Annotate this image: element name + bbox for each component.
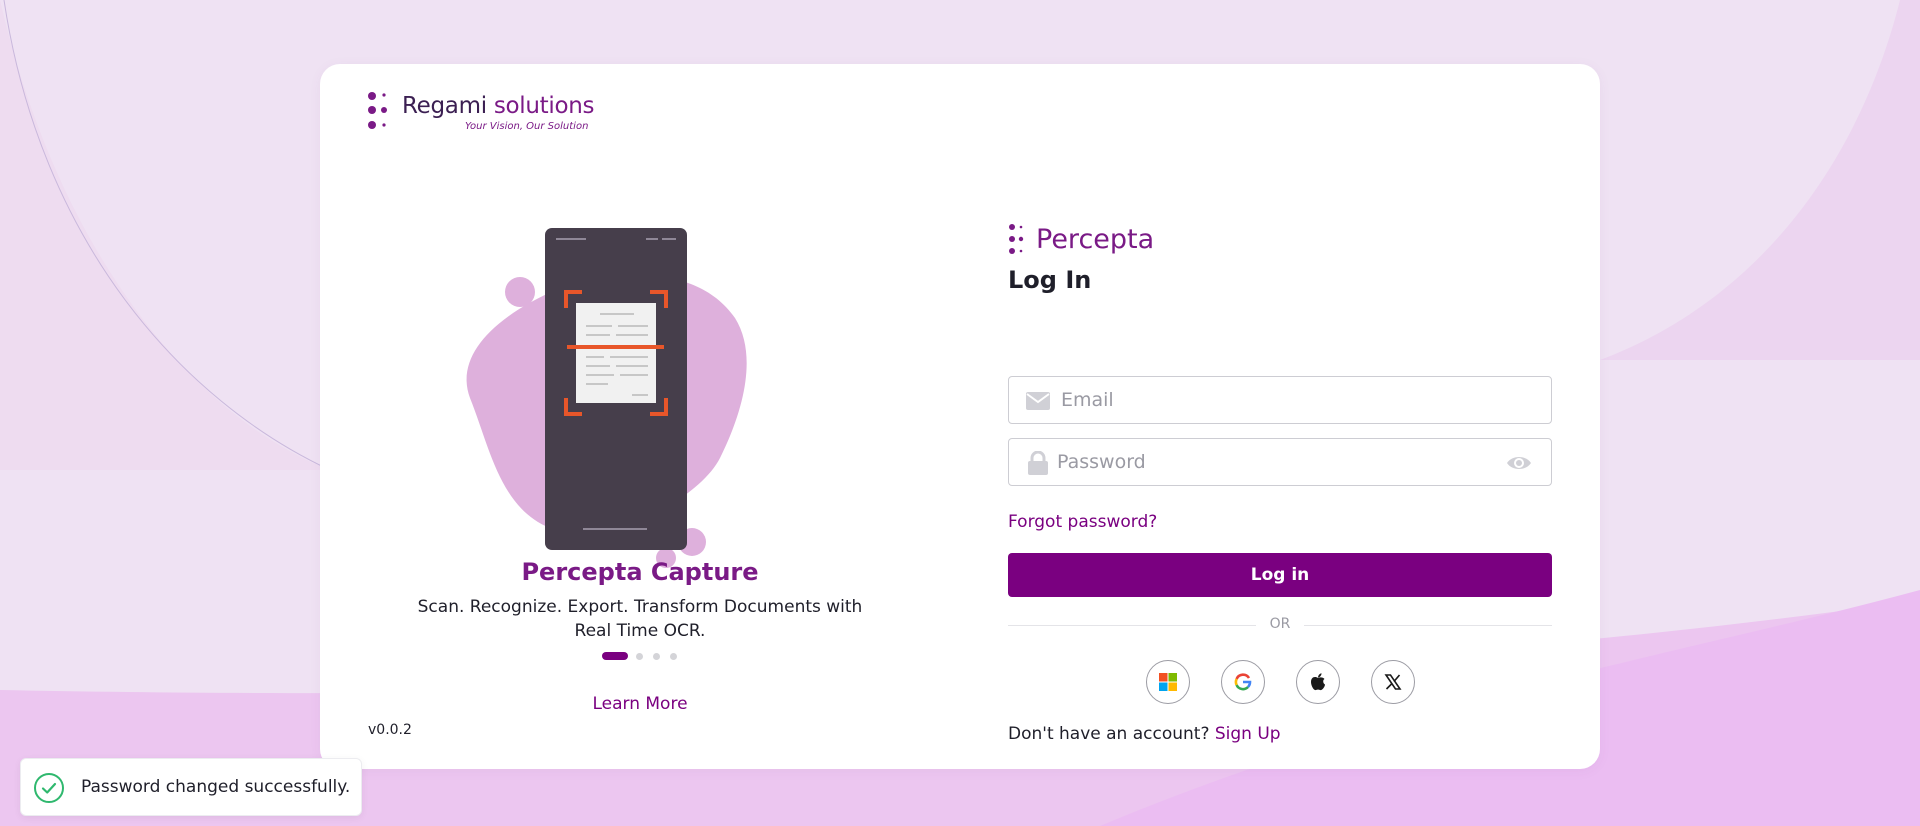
x-icon	[1384, 674, 1402, 690]
lock-icon	[1028, 451, 1048, 475]
carousel-dot-3[interactable]	[653, 653, 660, 660]
brand-tagline: Your Vision, Our Solution	[465, 121, 589, 132]
brand-name-part2: solutions	[493, 93, 595, 119]
check-circle-icon	[34, 773, 64, 803]
x-login-button[interactable]	[1371, 660, 1415, 704]
mail-icon	[1026, 392, 1050, 410]
app-name: Percepta	[1036, 224, 1155, 255]
brand-name-part1: Regami	[402, 93, 487, 119]
carousel-dot-4[interactable]	[670, 653, 677, 660]
login-title: Log In	[1008, 266, 1092, 294]
carousel-dot-2[interactable]	[636, 653, 643, 660]
signup-link[interactable]: Sign Up	[1215, 724, 1281, 744]
eye-icon[interactable]	[1505, 452, 1533, 474]
login-card: Regami solutions Your Vision, Our Soluti…	[320, 64, 1600, 769]
email-input[interactable]	[1061, 377, 1481, 423]
app-logo-dots-icon	[1009, 224, 1024, 254]
signup-row: Don't have an account? Sign Up	[1008, 724, 1281, 744]
password-input[interactable]	[1057, 439, 1477, 485]
app-logo: Percepta	[1008, 222, 1208, 256]
microsoft-login-button[interactable]	[1146, 660, 1190, 704]
toast-message: Password changed successfully.	[81, 777, 351, 797]
carousel-title: Percepta Capture	[521, 558, 759, 586]
carousel-dot-1[interactable]	[602, 652, 628, 660]
or-divider: OR	[1008, 615, 1552, 635]
google-login-button[interactable]	[1221, 660, 1265, 704]
login-button[interactable]: Log in	[1008, 553, 1552, 597]
apple-icon	[1311, 673, 1325, 691]
learn-more-link[interactable]: Learn More	[320, 694, 960, 714]
microsoft-icon	[1159, 673, 1177, 691]
document-scan-illustration	[466, 228, 747, 568]
password-field[interactable]	[1008, 438, 1552, 486]
forgot-password-link[interactable]: Forgot password?	[1008, 512, 1157, 532]
apple-login-button[interactable]	[1296, 660, 1340, 704]
email-field[interactable]	[1008, 376, 1552, 424]
brand-dots-icon	[368, 92, 387, 129]
carousel-description: Scan. Recognize. Export. Transform Docum…	[417, 597, 863, 641]
brand-name: Regami solutions	[402, 93, 594, 119]
or-text: OR	[1269, 616, 1291, 632]
version-label: v0.0.2	[368, 722, 412, 738]
google-icon	[1234, 673, 1252, 691]
signup-prompt: Don't have an account?	[1008, 724, 1210, 744]
or-divider-line-right	[1304, 625, 1552, 626]
success-toast: Password changed successfully.	[20, 758, 362, 816]
brand-logo: Regami solutions Your Vision, Our Soluti…	[368, 92, 608, 136]
